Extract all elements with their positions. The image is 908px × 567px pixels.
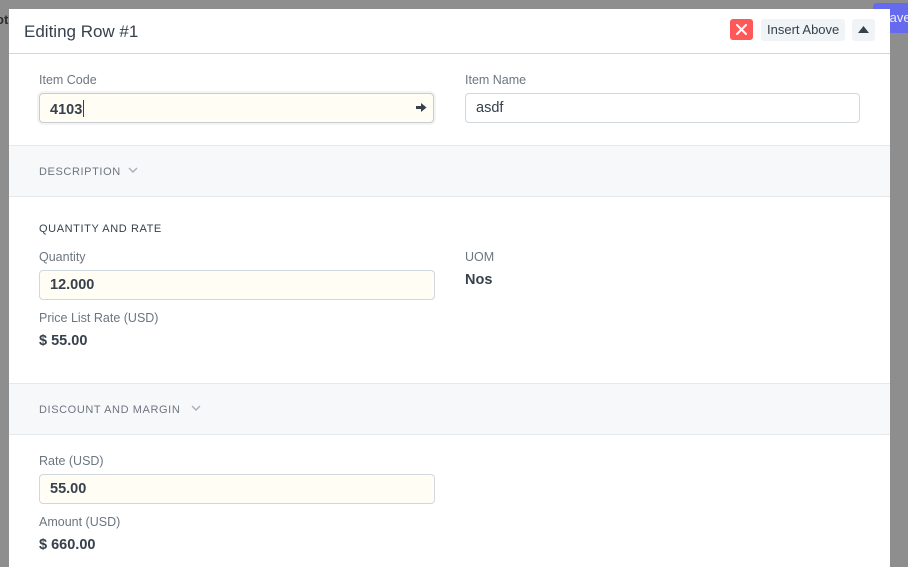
collapse-row-button[interactable] — [852, 19, 875, 41]
quantity-label: Quantity — [39, 250, 86, 264]
uom-value: Nos — [465, 272, 493, 288]
grid-row-edit-dialog: Editing Row #1 Insert Above Item Code 41… — [9, 9, 890, 567]
quantity-section-title: QUANTITY AND RATE — [39, 223, 162, 235]
dialog-title: Editing Row #1 — [24, 22, 139, 41]
price-list-rate-value: $ 55.00 — [39, 333, 88, 349]
discount-section-title: DISCOUNT AND MARGIN — [39, 404, 181, 416]
quantity-input[interactable]: 12.000 — [39, 270, 435, 300]
amount-label: Amount (USD) — [39, 515, 121, 529]
text-cursor — [83, 100, 85, 117]
item-name-input[interactable]: asdf — [465, 93, 860, 123]
chevron-down-icon — [191, 405, 201, 411]
chevron-down-icon — [128, 167, 138, 173]
rate-section: Rate (USD) 55.00 Amount (USD) $ 660.00 — [9, 435, 890, 567]
description-section-header[interactable]: DESCRIPTION — [9, 146, 890, 197]
uom-label: UOM — [465, 250, 495, 264]
caret-up-icon — [858, 26, 869, 33]
item-name-label: Item Name — [465, 73, 527, 87]
item-section: Item Code 4103 Item Name asdf — [9, 54, 890, 146]
quantity-and-rate-section: QUANTITY AND RATE Quantity 12.000 UOM No… — [9, 197, 890, 384]
rate-input[interactable]: 55.00 — [39, 474, 435, 504]
arrow-right-icon[interactable] — [416, 102, 427, 113]
insert-above-button[interactable]: Insert Above — [761, 19, 846, 41]
discount-section-header[interactable]: DISCOUNT AND MARGIN — [9, 384, 890, 435]
description-section-title: DESCRIPTION — [39, 166, 121, 178]
amount-value: $ 660.00 — [39, 537, 96, 553]
item-code-input[interactable]: 4103 — [39, 93, 434, 123]
close-button[interactable] — [730, 19, 753, 40]
background-page-text: ot — [0, 12, 9, 27]
price-list-rate-label: Price List Rate (USD) — [39, 311, 159, 325]
close-icon — [736, 24, 747, 35]
rate-label: Rate (USD) — [39, 454, 104, 468]
item-code-label: Item Code — [39, 73, 97, 87]
dialog-header: Editing Row #1 Insert Above — [9, 9, 890, 54]
item-code-value: 4103 — [50, 102, 83, 118]
